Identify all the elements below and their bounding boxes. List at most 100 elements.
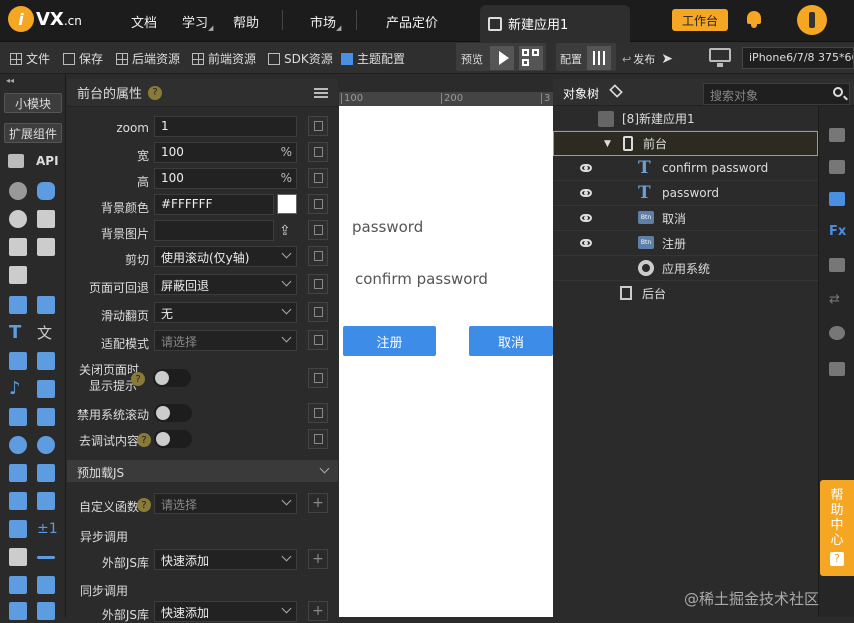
edit-icon[interactable] xyxy=(9,352,27,370)
puzzle-icon[interactable] xyxy=(9,520,27,538)
search-icon[interactable] xyxy=(833,87,843,97)
confirm-password-text[interactable]: confirm password xyxy=(355,270,488,288)
tree-node-password[interactable]: T password xyxy=(553,181,818,206)
grid-icon[interactable] xyxy=(9,602,27,620)
small-module-button[interactable]: 小模块 xyxy=(4,93,62,113)
copy-icon[interactable] xyxy=(308,116,328,136)
close-prompt-toggle[interactable] xyxy=(153,369,191,387)
bell-icon[interactable] xyxy=(746,10,762,28)
upload-icon[interactable]: ⇪ xyxy=(279,223,291,239)
play-icon[interactable] xyxy=(490,46,514,70)
design-canvas[interactable]: password confirm password 注册 取消 xyxy=(339,92,553,617)
tree-node-app[interactable]: [8]新建应用1 xyxy=(553,106,818,131)
music-icon[interactable]: ♪ xyxy=(9,380,27,398)
menu-icon[interactable] xyxy=(314,88,328,98)
nav-pricing[interactable]: 产品定价 xyxy=(386,12,438,31)
color-swatch[interactable] xyxy=(277,194,297,214)
nav-learn[interactable]: 学习◢ xyxy=(182,12,213,32)
workbench-button[interactable]: 工作台 xyxy=(672,9,728,31)
eye-icon[interactable] xyxy=(580,189,592,197)
swap-icon[interactable]: ⇄ xyxy=(829,292,845,307)
nav-help[interactable]: 帮助 xyxy=(233,12,259,31)
copy-icon[interactable] xyxy=(308,194,328,214)
ext-js-select[interactable]: 快速添加 xyxy=(154,549,297,570)
ext-components-button[interactable]: 扩展组件 xyxy=(4,123,62,143)
layers-icon[interactable] xyxy=(609,84,623,98)
device-select[interactable]: iPhone6/7/8 375*66 xyxy=(742,47,854,69)
button-icon[interactable] xyxy=(37,352,55,370)
copy-icon[interactable] xyxy=(308,330,328,350)
frontend-resources[interactable]: 前端资源 xyxy=(192,50,256,67)
browser-icon[interactable] xyxy=(9,436,27,454)
pen-icon[interactable] xyxy=(37,492,55,510)
nav-docs[interactable]: 文档 xyxy=(131,12,157,31)
backend-resources[interactable]: 后端资源 xyxy=(116,50,180,67)
debug-toggle[interactable] xyxy=(154,430,192,448)
label-icon[interactable] xyxy=(37,408,55,426)
bgcolor-input[interactable]: #FFFFFF xyxy=(154,194,274,215)
help-icon[interactable]: ? xyxy=(131,372,145,386)
qrcode-icon[interactable] xyxy=(9,548,27,566)
eye-icon[interactable] xyxy=(580,164,592,172)
collapse-icon[interactable]: ◂◂ xyxy=(6,76,14,85)
add-js-button-2[interactable]: + xyxy=(308,601,328,621)
bgimage-input[interactable] xyxy=(154,220,274,241)
tree-search-input[interactable]: 搜索对象 xyxy=(703,83,850,105)
form-icon[interactable] xyxy=(37,238,55,256)
list-icon[interactable] xyxy=(9,408,27,426)
excel-icon[interactable] xyxy=(37,464,55,482)
download-icon[interactable] xyxy=(37,210,55,228)
mqtt-icon[interactable] xyxy=(37,182,55,200)
eye-icon[interactable] xyxy=(580,239,592,247)
copy-icon[interactable] xyxy=(308,142,328,162)
tree-node-frontend[interactable]: ▼ 前台 xyxy=(553,131,818,156)
settings-icon[interactable] xyxy=(829,160,845,174)
tree-node-app-system[interactable]: 应用系统 xyxy=(553,256,818,281)
sdk-resources[interactable]: SDK资源 xyxy=(268,50,333,67)
disable-scroll-toggle[interactable] xyxy=(154,404,192,422)
function-icon[interactable]: Fx xyxy=(829,224,849,239)
sql-icon[interactable] xyxy=(829,362,845,376)
divider-icon[interactable] xyxy=(37,556,55,559)
file-menu[interactable]: 文件 xyxy=(10,50,50,67)
height-input[interactable]: 100% xyxy=(154,168,297,189)
copy-icon[interactable] xyxy=(829,258,845,272)
copy-icon[interactable] xyxy=(308,429,328,449)
tree-node-cancel[interactable]: Btn 取消 xyxy=(553,206,818,231)
device-icon[interactable] xyxy=(9,266,27,284)
custom-func-select[interactable]: 请选择 xyxy=(154,493,297,514)
avatar[interactable] xyxy=(797,5,827,35)
icon-icon[interactable] xyxy=(37,436,55,454)
help-center-button[interactable]: 帮助中心 ? xyxy=(820,480,854,576)
translate-icon[interactable]: 文 xyxy=(37,324,55,342)
copy-icon[interactable] xyxy=(308,246,328,266)
copy-icon[interactable] xyxy=(308,220,328,240)
ext-js-select-2[interactable]: 快速添加 xyxy=(154,601,297,622)
counter-icon[interactable]: ±1 xyxy=(37,520,61,538)
width-input[interactable]: 100% xyxy=(154,142,297,163)
fit-select[interactable]: 请选择 xyxy=(154,330,297,351)
network-icon[interactable] xyxy=(9,182,27,200)
copy-icon[interactable] xyxy=(308,403,328,423)
text-icon[interactable]: T xyxy=(9,324,27,342)
swipe-select[interactable]: 无 xyxy=(154,302,297,323)
password-text[interactable]: password xyxy=(352,218,423,236)
table-icon[interactable] xyxy=(37,602,55,620)
help-icon[interactable]: ? xyxy=(137,433,151,447)
add-js-button[interactable]: + xyxy=(308,549,328,569)
add-func-button[interactable]: + xyxy=(308,493,328,513)
upload-doc-icon[interactable] xyxy=(9,238,27,256)
back-select[interactable]: 屏蔽回退 xyxy=(154,274,297,295)
copy-icon[interactable] xyxy=(308,302,328,322)
word-icon[interactable] xyxy=(9,464,27,482)
clip-select[interactable]: 使用滚动(仅y轴) xyxy=(154,246,297,267)
nav-market[interactable]: 市场◢ xyxy=(310,12,341,32)
preload-js-section[interactable]: 预加载JS xyxy=(67,460,338,482)
qrcode-icon[interactable] xyxy=(519,46,543,70)
component-icon[interactable] xyxy=(829,128,845,142)
copy-icon[interactable] xyxy=(308,274,328,294)
action-icon[interactable] xyxy=(829,192,845,206)
slides-icon[interactable] xyxy=(9,492,27,510)
copy-icon[interactable] xyxy=(308,168,328,188)
publish-button[interactable]: ↩ 发布 ➤ xyxy=(622,51,673,67)
